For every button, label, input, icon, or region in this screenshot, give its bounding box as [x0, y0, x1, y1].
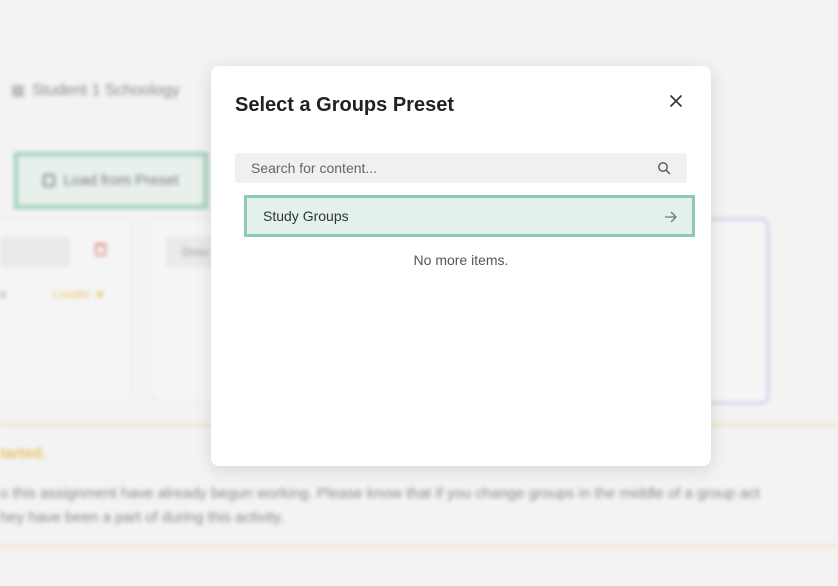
save-icon	[43, 174, 56, 187]
page: Student 1 Schoology Load from Preset Gro…	[0, 0, 838, 586]
load-from-preset-label: Load from Preset	[63, 172, 179, 189]
group-chip-label: Grou	[182, 245, 209, 259]
member-fragment: s	[0, 287, 6, 301]
search-icon[interactable]	[657, 161, 671, 175]
group-name-input[interactable]	[0, 237, 70, 267]
notice-heading: tarted.	[0, 445, 46, 462]
notice-text: hey have been a part of during this acti…	[0, 509, 285, 526]
star-icon: ★	[94, 287, 106, 301]
leader-label: Leader	[53, 287, 91, 301]
close-button[interactable]	[665, 90, 687, 112]
load-from-preset-button[interactable]: Load from Preset	[14, 152, 208, 209]
breadcrumb-course[interactable]: Student 1 Schoology	[32, 82, 180, 100]
trash-icon[interactable]	[95, 243, 106, 256]
breadcrumb: Student 1 Schoology	[12, 82, 180, 100]
search-input[interactable]	[235, 153, 645, 183]
preset-item-study-groups[interactable]: Study Groups	[244, 195, 695, 237]
preset-modal: Select a Groups Preset Study Groups No m…	[211, 66, 711, 466]
list-icon	[12, 85, 24, 97]
close-icon	[670, 95, 682, 107]
leader-badge: Leader ★	[53, 287, 105, 301]
empty-list-message: No more items.	[413, 252, 509, 268]
search-box	[235, 153, 687, 183]
preset-item-label: Study Groups	[263, 208, 349, 224]
notice-divider	[0, 545, 838, 547]
modal-title: Select a Groups Preset	[235, 94, 454, 116]
arrow-right-icon	[664, 211, 677, 223]
notice-text: o this assignment have already begun wor…	[0, 485, 760, 502]
